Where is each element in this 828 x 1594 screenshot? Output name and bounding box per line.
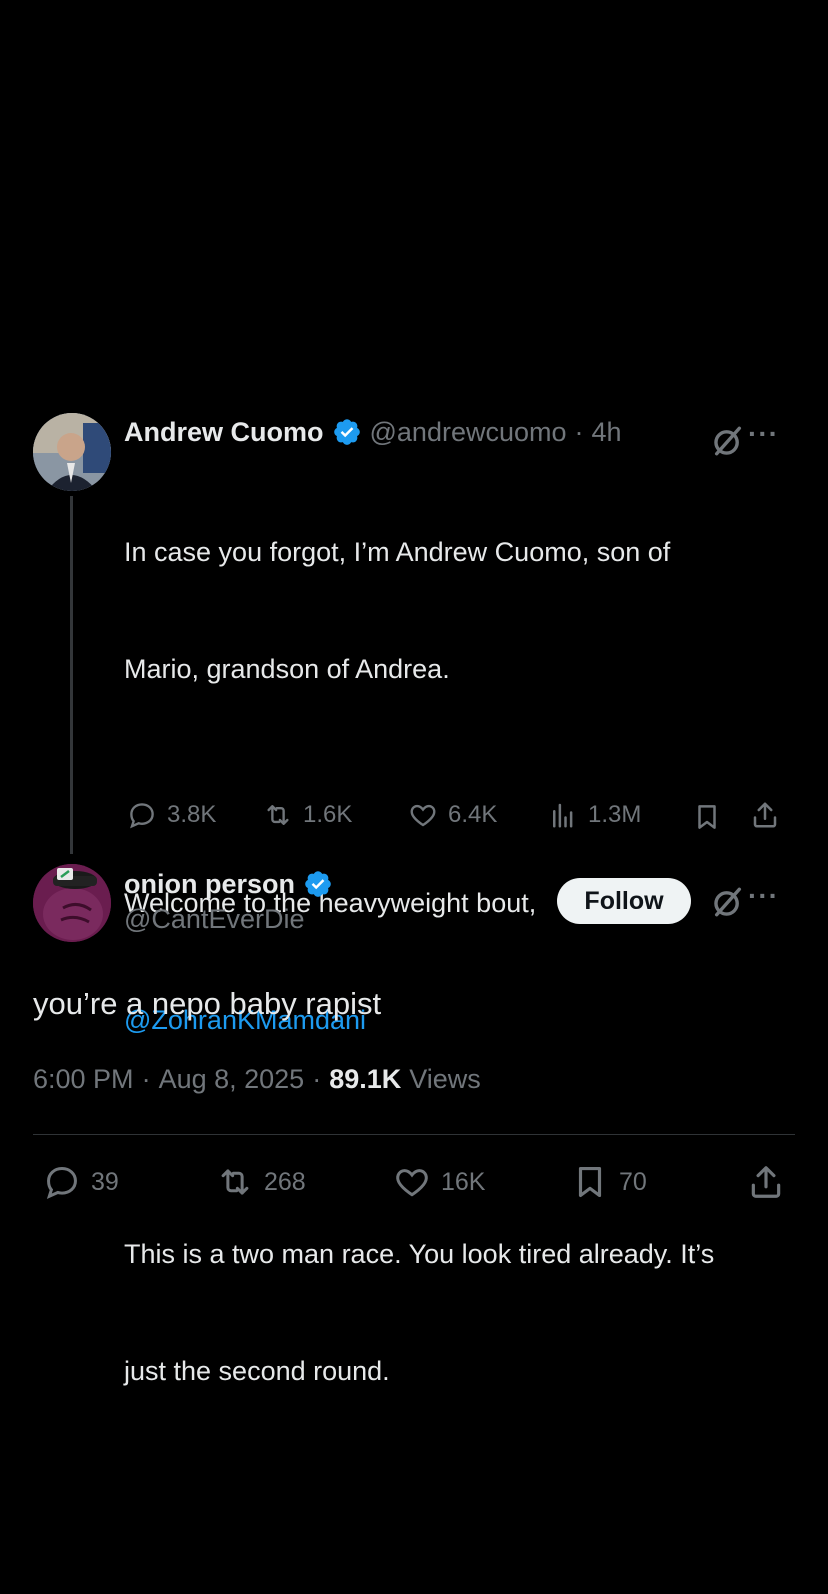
share-icon[interactable]: [747, 1163, 785, 1201]
text-line-5: just the second round.: [124, 1356, 390, 1386]
avatar-illustration: [33, 864, 111, 942]
reply-icon: [46, 1167, 77, 1200]
repost-icon: [267, 805, 289, 825]
reply-count: 39: [91, 1167, 119, 1196]
separator-dot: ·: [141, 1064, 151, 1094]
reply-icon: [130, 803, 154, 829]
views-count: 89.1K: [329, 1064, 402, 1094]
follow-button[interactable]: Follow: [557, 878, 691, 924]
verified-badge-icon: [333, 419, 360, 445]
separator-dot: ·: [312, 1064, 322, 1094]
text-line-4: This is a two man race. You look tired a…: [124, 1239, 715, 1269]
post-time[interactable]: 6:00 PM: [33, 1064, 134, 1095]
parent-tweet-header: Andrew Cuomo @andrewcuomo · 4h: [124, 414, 622, 450]
avatar-photo: [33, 413, 111, 491]
text-line-2: Mario, grandson of Andrea.: [124, 654, 450, 684]
reply-action[interactable]: 3.8K: [127, 800, 216, 830]
more-options-icon[interactable]: ···: [748, 880, 779, 912]
separator-dot: ·: [574, 416, 584, 447]
repost-count: 268: [264, 1167, 306, 1196]
bookmark-icon[interactable]: [692, 802, 722, 832]
grok-icon[interactable]: [711, 885, 745, 919]
repost-icon: [221, 1169, 249, 1195]
avatar-andrew-cuomo[interactable]: [33, 413, 111, 491]
reply-tweet-header: onion person @CantEverDie: [124, 866, 333, 935]
like-action[interactable]: 6.4K: [408, 800, 497, 830]
parent-tweet-text: In case you forgot, I’m Andrew Cuomo, so…: [124, 455, 804, 1430]
thread-connector-line: [70, 496, 73, 854]
author-name[interactable]: Andrew Cuomo: [124, 417, 324, 448]
repost-count: 1.6K: [303, 801, 353, 828]
verified-badge-icon: [305, 871, 331, 897]
text-line-1: In case you forgot, I’m Andrew Cuomo, so…: [124, 537, 671, 567]
like-action[interactable]: 16K: [393, 1163, 485, 1201]
reply-count: 3.8K: [167, 801, 217, 828]
views-label: Views: [409, 1064, 481, 1094]
time-ago[interactable]: 4h: [592, 417, 622, 448]
tweet-timestamp-row: 6:00 PM · Aug 8, 2025 · 89.1K Views: [33, 1064, 481, 1095]
bookmark-icon: [578, 1166, 602, 1198]
repost-action[interactable]: 268: [216, 1163, 306, 1201]
reply-tweet-text: you’re a nepo baby rapist: [33, 986, 382, 1021]
grok-icon[interactable]: [711, 424, 745, 458]
more-options-icon[interactable]: ···: [748, 418, 779, 450]
view-count: 1.3M: [588, 801, 642, 828]
views-action[interactable]: 1.3M: [548, 800, 641, 830]
bookmark-count: 70: [619, 1167, 647, 1196]
repost-action[interactable]: 1.6K: [263, 800, 352, 830]
heart-icon: [410, 804, 436, 827]
share-icon[interactable]: [750, 800, 780, 830]
author-handle[interactable]: @andrewcuomo: [370, 417, 567, 448]
reply-action[interactable]: 39: [43, 1163, 119, 1201]
like-count: 6.4K: [448, 801, 498, 828]
analytics-icon: [553, 803, 573, 828]
divider: [33, 1134, 795, 1135]
bookmark-action[interactable]: 70: [571, 1163, 647, 1201]
reply-author-handle[interactable]: @CantEverDie: [124, 904, 333, 935]
like-count: 16K: [441, 1167, 486, 1196]
avatar-onion-person[interactable]: [33, 864, 111, 942]
heart-icon: [396, 1169, 428, 1197]
post-date[interactable]: Aug 8, 2025: [159, 1064, 305, 1095]
reply-author-name[interactable]: onion person: [124, 869, 295, 900]
